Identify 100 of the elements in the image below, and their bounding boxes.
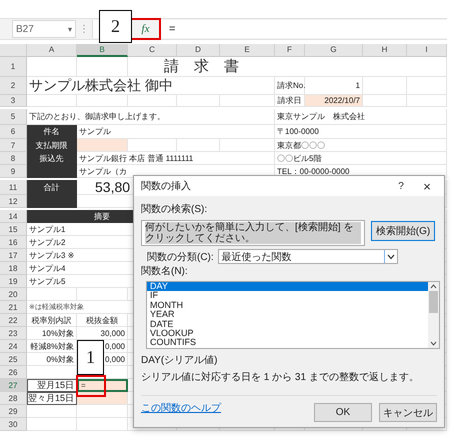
table-cell: 東京サンプル 株式会社 (275, 109, 447, 125)
table-cell (363, 77, 407, 95)
table-cell (128, 95, 177, 107)
scroll-up-icon[interactable] (428, 282, 439, 291)
table-cell: 10%対象 (27, 327, 77, 340)
chevron-down-icon[interactable] (384, 250, 397, 263)
row-header[interactable]: 30 (0, 418, 27, 431)
search-button[interactable]: 検索開始(G) (371, 221, 435, 241)
table-cell: 摘要 (77, 210, 128, 223)
column-header[interactable]: E (220, 44, 275, 57)
row-header[interactable]: 29 (0, 405, 27, 418)
row-header[interactable]: 23 (0, 327, 27, 340)
row-header[interactable]: 28 (0, 392, 27, 405)
row-header[interactable]: 21 (0, 301, 27, 314)
row-header[interactable]: 2 (0, 77, 27, 95)
caret-icon[interactable]: ▾ (68, 24, 72, 34)
callout-label: 1 (77, 340, 104, 375)
table-cell: 支払期限 (27, 139, 77, 152)
table-cell (77, 95, 128, 107)
name-box[interactable]: B27 ▾ (12, 20, 76, 38)
list-item[interactable]: COUNTIFS (147, 338, 428, 348)
table-cell: 税率別内訳 (27, 314, 77, 327)
insert-function-button[interactable]: fx (130, 18, 161, 40)
row-header[interactable]: 17 (0, 249, 27, 262)
row-header[interactable]: 12 (0, 195, 27, 208)
column-header[interactable]: A (27, 44, 77, 57)
row-header[interactable]: 15 (0, 223, 27, 236)
row-header[interactable]: 1 (0, 57, 27, 77)
table-cell: 〒100-0000 (275, 125, 447, 139)
active-cell[interactable]: = (77, 379, 128, 392)
scrollbar[interactable] (428, 282, 439, 348)
table-cell (407, 95, 447, 107)
row-header[interactable]: 18 (0, 262, 27, 275)
row-header[interactable]: 20 (0, 288, 27, 301)
row-header[interactable]: 22 (0, 314, 27, 327)
sheet-title: 請 求 書 (128, 57, 447, 77)
column-header[interactable]: I (407, 44, 447, 57)
formula-input[interactable]: = (169, 23, 176, 35)
table-cell: 請求No. (275, 77, 305, 95)
table-cell: 翌々月15日 (27, 392, 77, 405)
callout-label: 2 (99, 10, 132, 43)
column-header[interactable]: H (363, 44, 407, 57)
table-cell: 〇〇ビル5階 (275, 152, 447, 165)
table-cell: 2022/10/7 (305, 95, 363, 107)
ok-button[interactable]: OK (314, 403, 372, 422)
help-link[interactable]: この関数のヘルプ (141, 401, 221, 415)
cell-reference: B27 (16, 24, 34, 34)
table-cell (177, 139, 220, 152)
column-header[interactable]: D (177, 44, 220, 57)
table-cell: サンプル銀行 本店 普通 1111111 (77, 152, 275, 165)
row-header[interactable]: 26 (0, 366, 27, 379)
addressee-heading: サンプル株式会社 御中 (27, 77, 275, 95)
list-item[interactable]: MONTH (147, 300, 428, 310)
list-item[interactable]: VLOOKUP (147, 328, 428, 338)
row-header[interactable]: 11 (0, 180, 27, 195)
scroll-down-icon[interactable] (428, 339, 439, 348)
category-label: 関数の分類(C): (147, 250, 214, 264)
table-cell: 件名 (27, 125, 77, 139)
dialog-title: 関数の挿入 (141, 180, 192, 193)
list-item[interactable]: DAY (147, 282, 428, 292)
row-header[interactable]: 16 (0, 236, 27, 249)
table-cell (27, 418, 77, 431)
table-cell (77, 57, 128, 77)
search-field[interactable]: 何がしたいかを簡単に入力して、[検索開始] をクリックしてください。 (141, 220, 365, 246)
table-cell (363, 95, 407, 107)
table-cell (27, 165, 77, 178)
cancel-button[interactable]: キャンセル (379, 403, 437, 422)
row-header[interactable]: 9 (0, 165, 27, 178)
row-header[interactable]: 6 (0, 125, 27, 139)
table-cell (27, 288, 77, 301)
table-cell (27, 95, 77, 107)
row-header[interactable]: 25 (0, 353, 27, 366)
table-cell: 振込先 (27, 152, 77, 165)
list-item[interactable]: DATE (147, 320, 428, 329)
table-cell: 東京都〇〇〇 (275, 139, 447, 152)
row-header[interactable]: 14 (0, 210, 27, 223)
table-cell (77, 418, 128, 431)
row-header[interactable]: 27 (0, 379, 27, 392)
table-cell (27, 57, 77, 77)
column-header[interactable]: B (77, 44, 128, 57)
column-header[interactable]: F (275, 44, 305, 57)
grip-icon: ⋮ (76, 24, 92, 34)
table-cell (128, 139, 177, 152)
column-header[interactable]: C (128, 44, 177, 57)
row-header[interactable]: 19 (0, 275, 27, 288)
row-header[interactable]: 5 (0, 109, 27, 125)
category-dropdown[interactable]: 最近使った関数 (218, 249, 398, 264)
scroll-thumb[interactable] (429, 291, 438, 313)
row-header[interactable]: 7 (0, 139, 27, 152)
table-cell (220, 95, 275, 107)
function-signature: DAY(シリアル値) (141, 354, 218, 367)
function-list-label: 関数名(N): (141, 265, 189, 278)
list-item[interactable]: IF (147, 291, 428, 301)
function-description: シリアル値に対応する日を 1 から 31 までの整数で返します。 (141, 370, 420, 384)
row-header[interactable]: 24 (0, 340, 27, 353)
row-header[interactable]: 8 (0, 152, 27, 165)
row-header[interactable]: 3 (0, 95, 27, 107)
table-cell: 合計 (27, 180, 77, 195)
table-cell (27, 210, 77, 223)
column-header[interactable]: G (305, 44, 363, 57)
